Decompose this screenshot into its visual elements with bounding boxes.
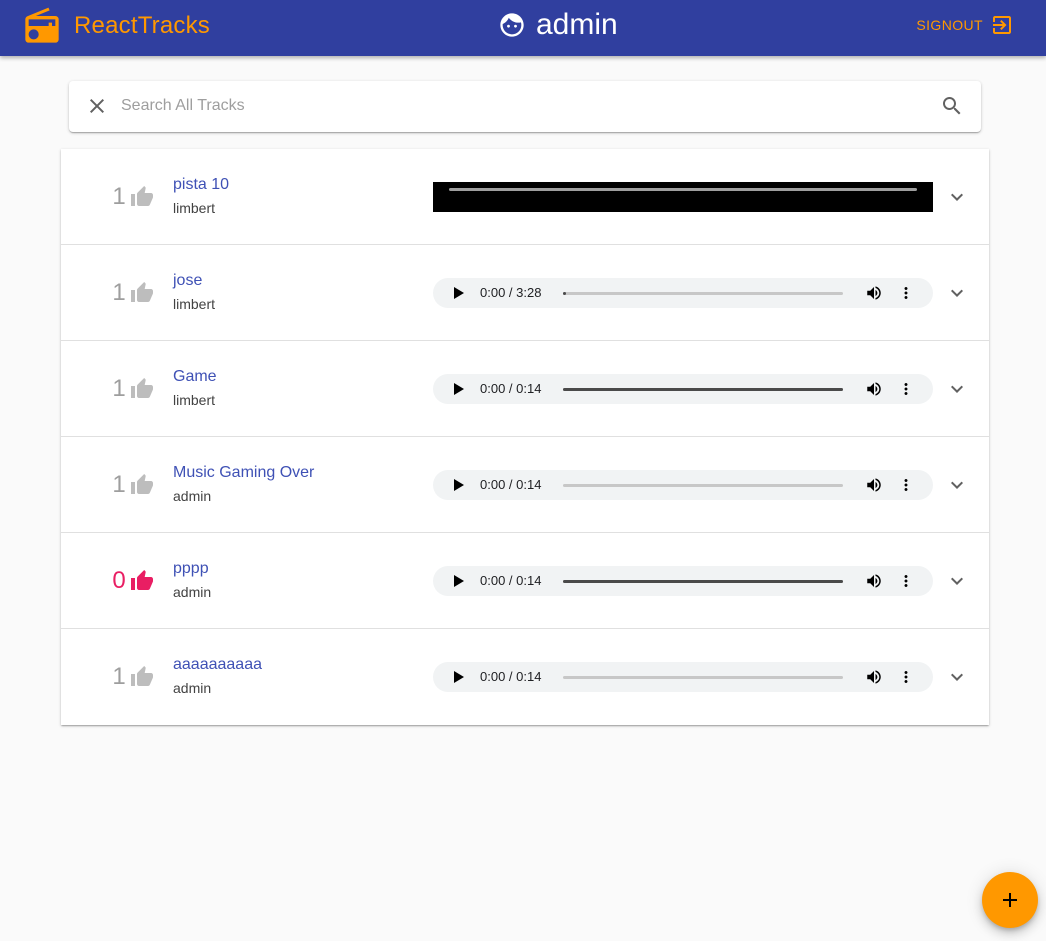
- exit-to-app-icon: [993, 16, 1011, 34]
- search-icon[interactable]: [940, 94, 964, 118]
- seek-progress: [563, 580, 843, 583]
- more-vert-icon[interactable]: [897, 476, 915, 494]
- track-row: 1 Game limbert 0:00 / 0:14: [61, 341, 989, 437]
- search-bar: [69, 81, 981, 132]
- thumb-up-icon: [131, 186, 153, 206]
- volume-icon[interactable]: [865, 668, 883, 686]
- close-icon[interactable]: [85, 94, 109, 118]
- more-vert-icon[interactable]: [897, 668, 915, 686]
- volume-icon[interactable]: [865, 284, 883, 302]
- app-name: ReactTracks: [74, 12, 211, 39]
- audio-player: 0:00 / 0:14: [433, 662, 933, 692]
- add-track-button[interactable]: [982, 872, 1038, 928]
- track-title[interactable]: pppp: [173, 560, 209, 578]
- thumb-up-icon: [131, 282, 153, 302]
- current-user[interactable]: admin: [498, 8, 618, 42]
- like-button[interactable]: 1: [111, 375, 154, 403]
- playback-time: 0:00 / 0:14: [480, 381, 542, 396]
- chevron-down-icon[interactable]: [945, 281, 969, 305]
- volume-icon[interactable]: [865, 572, 883, 590]
- like-count: 1: [112, 183, 126, 210]
- track-title[interactable]: Game: [173, 368, 217, 386]
- play-icon[interactable]: [451, 574, 465, 588]
- like-count: 1: [112, 663, 126, 690]
- playback-time: 0:00 / 0:14: [480, 477, 542, 492]
- seek-bar[interactable]: [563, 580, 843, 583]
- username: admin: [536, 8, 618, 41]
- like-button[interactable]: 1: [111, 183, 154, 211]
- playback-time: 0:00 / 0:14: [480, 573, 542, 588]
- audio-player: 0:00 / 0:14: [433, 470, 933, 500]
- track-artist: admin: [173, 584, 212, 600]
- play-icon[interactable]: [451, 478, 465, 492]
- volume-icon[interactable]: [865, 476, 883, 494]
- seek-bar[interactable]: [563, 388, 843, 391]
- thumb-up-icon: [131, 474, 153, 494]
- track-title[interactable]: jose: [173, 272, 202, 290]
- playback-time: 0:00 / 3:28: [480, 285, 542, 300]
- radio-icon: [25, 7, 59, 43]
- like-count: 0: [112, 567, 126, 594]
- seek-progress: [563, 292, 566, 295]
- thumb-up-icon: [131, 378, 153, 398]
- brand-link[interactable]: ReactTracks: [22, 4, 210, 48]
- like-button[interactable]: 1: [111, 663, 154, 691]
- chevron-down-icon[interactable]: [945, 185, 969, 209]
- thumb-up-icon: [131, 570, 153, 590]
- like-button[interactable]: 1: [111, 471, 154, 499]
- chevron-down-icon[interactable]: [945, 569, 969, 593]
- track-artist: limbert: [173, 296, 216, 312]
- play-icon[interactable]: [451, 286, 465, 300]
- seek-progress: [563, 388, 843, 391]
- track-title[interactable]: Music Gaming Over: [173, 464, 314, 482]
- seek-bar[interactable]: [563, 484, 843, 487]
- seek-bar[interactable]: [563, 676, 843, 679]
- play-icon[interactable]: [451, 670, 465, 684]
- video-player[interactable]: [433, 182, 933, 212]
- track-row: 1 jose limbert 0:00 / 3:28: [61, 245, 989, 341]
- like-button[interactable]: 1: [111, 279, 154, 307]
- playback-time: 0:00 / 0:14: [480, 669, 542, 684]
- more-vert-icon[interactable]: [897, 284, 915, 302]
- track-title[interactable]: aaaaaaaaaa: [173, 656, 262, 674]
- face-icon: [500, 13, 524, 37]
- volume-icon[interactable]: [865, 380, 883, 398]
- audio-player: 0:00 / 0:14: [433, 374, 933, 404]
- chevron-down-icon[interactable]: [945, 665, 969, 689]
- like-count: 1: [112, 375, 126, 402]
- search-input[interactable]: [121, 93, 921, 119]
- track-list: 1 pista 10 limbert 1 jose limbert 0:00 /…: [61, 149, 989, 725]
- track-artist: limbert: [173, 200, 216, 216]
- more-vert-icon[interactable]: [897, 572, 915, 590]
- chevron-down-icon[interactable]: [945, 473, 969, 497]
- track-artist: admin: [173, 680, 212, 696]
- play-icon[interactable]: [451, 382, 465, 396]
- like-count: 1: [112, 279, 126, 306]
- seek-bar[interactable]: [563, 292, 843, 295]
- thumb-up-icon: [131, 666, 153, 686]
- like-button[interactable]: 0: [111, 567, 154, 595]
- signout-button[interactable]: SIGNOUT: [916, 12, 1014, 38]
- like-count: 1: [112, 471, 126, 498]
- signout-label: SIGNOUT: [916, 17, 983, 33]
- track-title[interactable]: pista 10: [173, 176, 229, 194]
- video-progress-bar[interactable]: [449, 188, 917, 191]
- more-vert-icon[interactable]: [897, 380, 915, 398]
- chevron-down-icon[interactable]: [945, 377, 969, 401]
- app-bar: ReactTracks admin SIGNOUT: [0, 0, 1046, 56]
- track-artist: admin: [173, 488, 212, 504]
- audio-player: 0:00 / 3:28: [433, 278, 933, 308]
- track-row: 1 pista 10 limbert: [61, 149, 989, 245]
- track-row: 1 aaaaaaaaaa admin 0:00 / 0:14: [61, 629, 989, 725]
- track-row: 1 Music Gaming Over admin 0:00 / 0:14: [61, 437, 989, 533]
- add-icon: [1003, 893, 1017, 907]
- track-row: 0 pppp admin 0:00 / 0:14: [61, 533, 989, 629]
- audio-player: 0:00 / 0:14: [433, 566, 933, 596]
- track-artist: limbert: [173, 392, 216, 408]
